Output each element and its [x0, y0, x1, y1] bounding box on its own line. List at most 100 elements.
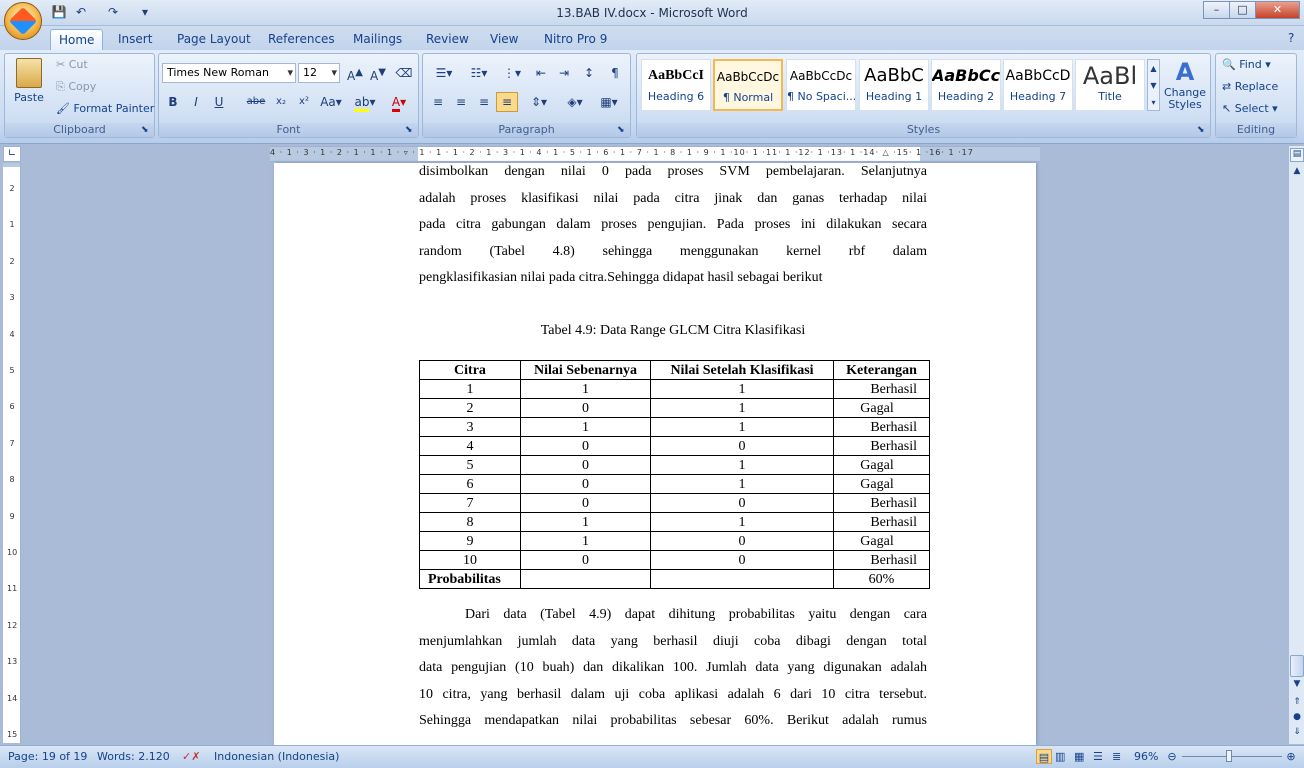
- multilevel-list-icon[interactable]: ⋮▾: [497, 63, 527, 83]
- styles-scroll-buttons[interactable]: ▲ ▼ ▾: [1147, 59, 1160, 111]
- tab-view[interactable]: View: [482, 29, 526, 50]
- table-cell: 10: [419, 550, 521, 570]
- text-line: random (Tabel 4.8) sehingga menggunakan …: [419, 243, 927, 259]
- style-heading-2[interactable]: AaBbCc Heading 2: [931, 59, 1001, 111]
- tab-home[interactable]: Home: [50, 29, 104, 50]
- print-layout-icon[interactable]: ▤: [1036, 749, 1052, 764]
- select-browse-object-icon[interactable]: ●: [1290, 712, 1304, 726]
- scroll-thumb[interactable]: [1290, 655, 1304, 677]
- table-cell: [650, 569, 834, 589]
- bold-icon[interactable]: B: [162, 92, 184, 112]
- zoom-slider-thumb[interactable]: [1226, 750, 1232, 762]
- style-heading-1[interactable]: AaBbC Heading 1: [859, 59, 929, 111]
- bullets-icon[interactable]: ☰▾: [427, 63, 461, 83]
- word-count[interactable]: Words: 2.120: [97, 749, 170, 764]
- table-cell: 8: [419, 512, 521, 532]
- format-painter-button[interactable]: 🖌 Format Painter: [56, 99, 154, 119]
- superscript-icon[interactable]: x²: [293, 92, 315, 112]
- table-cell: Berhasil: [833, 512, 930, 532]
- change-case-icon[interactable]: Aa▾: [316, 92, 346, 112]
- tab-nitro-pro[interactable]: Nitro Pro 9: [536, 29, 615, 50]
- shading-icon[interactable]: ◈▾: [560, 92, 590, 112]
- style-normal[interactable]: AaBbCcDc ¶ Normal: [713, 59, 783, 111]
- find-label: Find: [1239, 58, 1262, 71]
- underline-icon[interactable]: U: [208, 92, 230, 112]
- help-icon[interactable]: ?: [1288, 31, 1294, 45]
- table-cell: 0: [650, 436, 834, 456]
- chevron-up-icon[interactable]: ▲: [1148, 60, 1159, 77]
- web-layout-icon[interactable]: ▦: [1074, 749, 1084, 764]
- replace-button[interactable]: ⇄ Replace: [1222, 77, 1278, 97]
- language-status[interactable]: Indonesian (Indonesia): [214, 749, 339, 764]
- tab-review[interactable]: Review: [418, 29, 477, 50]
- decrease-indent-icon[interactable]: ⇤: [530, 63, 552, 83]
- minimize-button[interactable]: –: [1203, 1, 1230, 19]
- tab-mailings[interactable]: Mailings: [345, 29, 410, 50]
- select-button[interactable]: ↖ Select ▾: [1222, 99, 1278, 119]
- page-count[interactable]: Page: 19 of 19: [8, 749, 87, 764]
- outline-icon[interactable]: ☰: [1093, 749, 1103, 764]
- vertical-ruler[interactable]: 212345678910111213141516: [3, 163, 21, 768]
- document-page[interactable]: disimbolkan dengan nilai 0 pada proses S…: [274, 163, 1036, 745]
- cut-button[interactable]: ✂ Cut: [56, 55, 88, 75]
- styles-dialog-launcher-icon[interactable]: ⬊: [1197, 125, 1205, 135]
- zoom-level[interactable]: 96%: [1134, 749, 1158, 764]
- font-name-box[interactable]: Times New Roman ▾: [162, 63, 296, 83]
- zoom-slider[interactable]: [1182, 756, 1282, 757]
- table-row: 5 0 1 Gagal: [419, 455, 930, 475]
- show-formatting-icon[interactable]: ¶: [604, 63, 626, 83]
- scroll-up-icon[interactable]: ▲: [1290, 166, 1304, 180]
- table-cell: 7: [419, 493, 521, 513]
- tab-references[interactable]: References: [260, 29, 343, 50]
- text-line: Dari data (Tabel 4.9) dapat dihitung pro…: [465, 607, 927, 622]
- highlight-icon[interactable]: ab▾: [350, 92, 380, 112]
- proofing-icon[interactable]: ✓✗: [182, 749, 200, 764]
- style-heading-7[interactable]: AaBbCcD Heading 7: [1003, 59, 1073, 111]
- tab-page-layout[interactable]: Page Layout: [169, 29, 259, 50]
- full-screen-reading-icon[interactable]: ▥: [1055, 749, 1065, 764]
- more-icon[interactable]: ▾: [1148, 94, 1159, 111]
- align-right-icon[interactable]: ≡: [473, 92, 495, 112]
- font-size-box[interactable]: 12 ▾: [298, 63, 340, 83]
- table-row: 7 0 0 Berhasil: [419, 493, 930, 513]
- italic-icon[interactable]: I: [185, 92, 207, 112]
- sort-icon[interactable]: ↕: [578, 63, 600, 83]
- draft-icon[interactable]: ≣: [1112, 749, 1121, 764]
- subscript-icon[interactable]: x₂: [270, 92, 292, 112]
- style-no-spacing[interactable]: AaBbCcDc ¶ No Spaci...: [786, 59, 856, 111]
- justify-icon[interactable]: ≡: [496, 92, 518, 112]
- paste-button[interactable]: Paste: [12, 56, 46, 116]
- style-heading-6[interactable]: AaBbCcI Heading 6: [641, 59, 711, 111]
- align-center-icon[interactable]: ≡: [450, 92, 472, 112]
- find-button[interactable]: 🔍 Find ▾: [1222, 55, 1271, 75]
- zoom-out-icon[interactable]: ⊖: [1165, 749, 1179, 764]
- paragraph-dialog-launcher-icon[interactable]: ⬊: [617, 125, 625, 135]
- previous-page-icon[interactable]: ⇑: [1290, 697, 1304, 711]
- zoom-in-icon[interactable]: ⊕: [1284, 749, 1298, 764]
- vertical-scrollbar[interactable]: ▤ ▲ ▼ ⇑ ● ⇓: [1288, 146, 1304, 744]
- numbering-icon[interactable]: ☷▾: [462, 63, 496, 83]
- increase-indent-icon[interactable]: ⇥: [553, 63, 575, 83]
- strikethrough-icon[interactable]: abe: [242, 92, 270, 112]
- tab-insert[interactable]: Insert: [110, 29, 160, 50]
- close-button[interactable]: ✕: [1255, 1, 1300, 19]
- scroll-down-icon[interactable]: ▼: [1290, 679, 1304, 693]
- font-color-icon[interactable]: A▾: [384, 92, 414, 112]
- style-title[interactable]: AaBl Title: [1075, 59, 1145, 111]
- office-button[interactable]: [4, 2, 42, 40]
- borders-icon[interactable]: ▦▾: [594, 92, 624, 112]
- chevron-down-icon[interactable]: ▼: [1148, 77, 1159, 94]
- next-page-icon[interactable]: ⇓: [1290, 727, 1304, 741]
- grow-font-icon[interactable]: A▲: [344, 63, 366, 83]
- align-left-icon[interactable]: ≡: [427, 92, 449, 112]
- clear-formatting-icon[interactable]: ⌫: [393, 63, 415, 83]
- font-dialog-launcher-icon[interactable]: ⬊: [405, 125, 413, 135]
- tab-selector-icon[interactable]: ∟: [3, 146, 21, 162]
- maximize-button[interactable]: □: [1229, 1, 1256, 19]
- copy-button[interactable]: ⎘ Copy: [56, 77, 96, 97]
- change-styles-button[interactable]: A Change Styles: [1162, 57, 1208, 117]
- dialog-launcher-icon[interactable]: ⬊: [141, 125, 149, 135]
- line-spacing-icon[interactable]: ⇕▾: [524, 92, 554, 112]
- ruler-toggle-icon[interactable]: ▤: [1290, 148, 1304, 162]
- shrink-font-icon[interactable]: A▼: [367, 63, 389, 83]
